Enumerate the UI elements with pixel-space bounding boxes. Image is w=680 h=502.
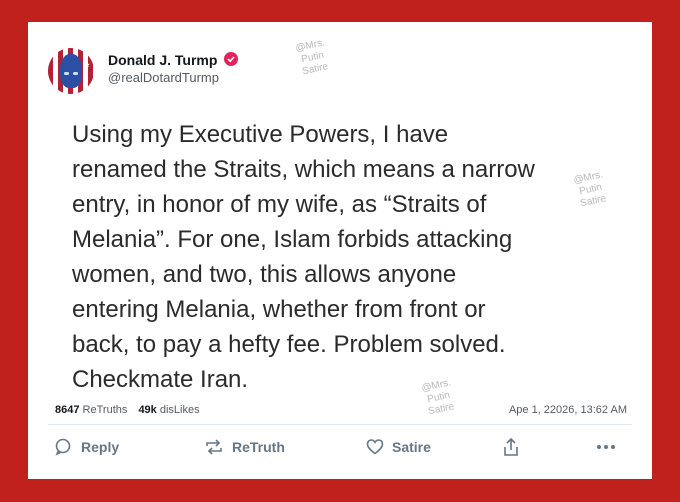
- reply-label: Reply: [81, 439, 120, 455]
- more-button[interactable]: [596, 436, 624, 458]
- post-text-line: Checkmate Iran.: [72, 366, 249, 393]
- star-icon: ★: [84, 62, 91, 69]
- user-handle[interactable]: @realDotardTurmp: [108, 70, 219, 85]
- more-icon: [597, 445, 615, 449]
- reply-icon: [55, 438, 71, 456]
- retruth-label: ReTruth: [232, 439, 285, 455]
- display-name[interactable]: Donald J. Turmp: [108, 52, 217, 68]
- post-text-line: entering Melania, whether from front or: [72, 296, 486, 323]
- post-card: ★ ★ Donald J. Turmp @realDotardTurmp @Mr…: [28, 22, 652, 479]
- avatar[interactable]: ★ ★: [48, 48, 94, 94]
- heart-icon: [366, 439, 384, 455]
- post-text-line: renamed the Straits, which means a narro…: [72, 156, 535, 183]
- share-icon: [504, 437, 518, 456]
- retruth-icon: [206, 439, 222, 455]
- post-stats: 8647 ReTruths 49k disLikes: [55, 404, 200, 416]
- verified-badge-icon: [224, 52, 238, 66]
- avatar-eye: [64, 72, 69, 75]
- dislikes-label[interactable]: disLikes: [160, 404, 200, 416]
- retruth-button[interactable]: ReTruth: [204, 436, 285, 458]
- post-text: Using my Executive Powers, I have rename…: [72, 117, 632, 397]
- avatar-eye: [73, 72, 78, 75]
- star-icon: ★: [52, 58, 59, 65]
- satire-label: Satire: [392, 439, 431, 455]
- share-button[interactable]: [502, 436, 528, 458]
- post-text-line: entry, in honor of my wife, as “Straits …: [72, 191, 487, 218]
- retruths-label[interactable]: ReTruths: [83, 404, 128, 416]
- watermark: @Mrs. Putin Satire: [294, 37, 330, 78]
- retruths-count: 8647: [55, 404, 80, 416]
- dislikes-count: 49k: [138, 404, 157, 416]
- post-text-line: women, and two, this allows anyone: [72, 261, 457, 288]
- satire-button[interactable]: Satire: [366, 436, 431, 458]
- post-timestamp[interactable]: Ape 1, 22026, 13:62 AM: [509, 404, 627, 416]
- reply-button[interactable]: Reply: [55, 436, 119, 458]
- post-text-line: Using my Executive Powers, I have: [72, 121, 449, 148]
- post-text-line: back, to pay a hefty fee. Problem solved…: [72, 331, 506, 358]
- post-text-line: Melania”. For one, Islam forbids attacki…: [72, 226, 513, 253]
- divider: [48, 424, 632, 425]
- avatar-face: [60, 54, 82, 88]
